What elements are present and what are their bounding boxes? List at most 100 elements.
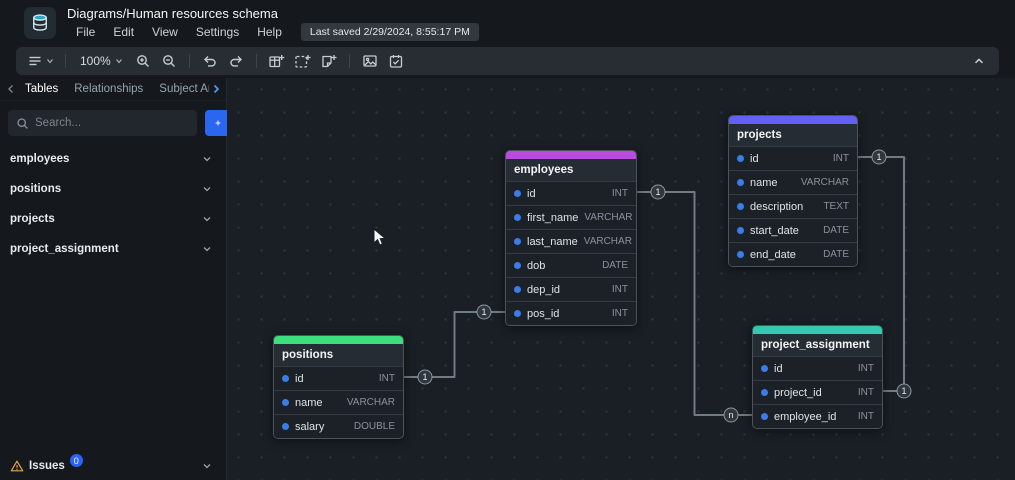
field-handle[interactable] [514, 262, 521, 269]
export-image-button[interactable] [358, 50, 382, 72]
search-box[interactable] [8, 110, 197, 136]
field-handle[interactable] [514, 286, 521, 293]
field-end-date[interactable]: end_date DATE [729, 242, 857, 266]
field-handle[interactable] [737, 227, 744, 234]
sidebar: TablesRelationshipsSubject Are Add table [0, 78, 265, 480]
redo-button[interactable] [224, 50, 248, 72]
field-description[interactable]: description TEXT [729, 194, 857, 218]
menu-settings[interactable]: Settings [187, 23, 248, 41]
diagram-table-projects[interactable]: projects id INT name VARCHAR description TEXT s… [728, 115, 858, 267]
table-title: positions [274, 344, 403, 366]
field-handle[interactable] [514, 310, 521, 317]
cardinality-badge: 1 [871, 149, 887, 165]
collapse-toolbar-button[interactable] [967, 50, 991, 72]
titlebar: Diagrams/Human resources schema File Edit… [0, 0, 1015, 46]
zoom-out-button[interactable] [157, 50, 181, 72]
canvas[interactable]: 111n11 employees id INT first_name VARCHAR la… [227, 78, 1015, 480]
field-name[interactable]: name VARCHAR [729, 170, 857, 194]
relationship-line-0[interactable] [404, 311, 505, 378]
field-handle[interactable] [282, 375, 289, 382]
issues-count-badge: 0 [69, 454, 83, 467]
field-id[interactable]: id INT [274, 366, 403, 390]
chevron-right-icon [213, 84, 219, 94]
field-name: name [295, 396, 323, 409]
sidebar-table-positions[interactable]: positions [0, 174, 226, 204]
tab-relationships[interactable]: Relationships [66, 81, 151, 97]
field-handle[interactable] [737, 251, 744, 258]
field-handle[interactable] [514, 190, 521, 197]
field-handle[interactable] [737, 179, 744, 186]
field-handle[interactable] [514, 238, 521, 245]
field-handle[interactable] [761, 389, 768, 396]
add-table-tool-button[interactable] [265, 50, 289, 72]
field-employee-id[interactable]: employee_id INT [753, 404, 882, 428]
sidebar-table-project-assignment[interactable]: project_assignment [0, 234, 226, 264]
title-block: Diagrams/Human resources schema File Edit… [67, 6, 479, 41]
issues-row[interactable]: Issues 0 [0, 451, 226, 480]
field-first-name[interactable]: first_name VARCHAR [506, 205, 636, 229]
field-type: TEXT [823, 201, 849, 212]
table-accent-strip [274, 336, 403, 344]
field-handle[interactable] [737, 155, 744, 162]
app-logo[interactable] [24, 7, 56, 39]
menu-edit[interactable]: Edit [104, 23, 143, 41]
chevron-up-icon [974, 58, 984, 64]
tab-tables[interactable]: Tables [17, 81, 66, 97]
field-salary[interactable]: salary DOUBLE [274, 414, 403, 438]
plus-icon [215, 120, 221, 126]
tabs-scroll-right[interactable] [209, 84, 222, 94]
add-note-icon [322, 54, 337, 67]
table-name-label: employees [10, 153, 70, 165]
sidebar-table-projects[interactable]: projects [0, 204, 226, 234]
undo-icon [203, 56, 216, 67]
cardinality-badge: 1 [896, 383, 912, 399]
field-type: DATE [823, 225, 849, 236]
field-start-date[interactable]: start_date DATE [729, 218, 857, 242]
menu-file[interactable]: File [67, 23, 104, 41]
field-handle[interactable] [282, 423, 289, 430]
field-handle[interactable] [282, 399, 289, 406]
page-title[interactable]: Diagrams/Human resources schema [67, 6, 479, 22]
undo-button[interactable] [198, 50, 222, 72]
issues-expand-chevron[interactable] [201, 460, 213, 472]
field-type: INT [857, 363, 874, 374]
diagram-table-project-assignment[interactable]: project_assignment id INT project_id INT empl… [752, 325, 883, 429]
field-id[interactable]: id INT [729, 146, 857, 170]
field-id[interactable]: id INT [753, 356, 882, 380]
toolbar-divider [65, 54, 66, 68]
diagram-table-employees[interactable]: employees id INT first_name VARCHAR last_name… [505, 150, 637, 326]
field-type: VARCHAR [583, 236, 632, 247]
zoom-level-dropdown[interactable]: 100% [74, 54, 129, 68]
menu-view[interactable]: View [143, 23, 187, 41]
svg-text:1: 1 [422, 372, 427, 382]
field-dob[interactable]: dob DATE [506, 253, 636, 277]
field-name: pos_id [527, 307, 560, 320]
svg-text:1: 1 [481, 307, 486, 317]
sidebar-table-employees[interactable]: employees [0, 144, 226, 174]
search-input[interactable] [35, 117, 189, 129]
todo-list-button[interactable] [384, 50, 408, 72]
field-pos-id[interactable]: pos_id INT [506, 301, 636, 325]
field-project-id[interactable]: project_id INT [753, 380, 882, 404]
field-dep-id[interactable]: dep_id INT [506, 277, 636, 301]
field-name: dep_id [527, 283, 561, 296]
field-type: INT [857, 411, 874, 422]
field-last-name[interactable]: last_name VARCHAR [506, 229, 636, 253]
field-handle[interactable] [737, 203, 744, 210]
field-handle[interactable] [761, 365, 768, 372]
tab-subject-are[interactable]: Subject Are [151, 81, 209, 97]
diagram-table-positions[interactable]: positions id INT name VARCHAR salary DOUBLE [273, 335, 404, 439]
table-title: employees [506, 159, 636, 181]
field-id[interactable]: id INT [506, 181, 636, 205]
diagram-list-button[interactable] [24, 50, 57, 72]
field-handle[interactable] [761, 413, 768, 420]
field-name: first_name [527, 211, 579, 224]
field-handle[interactable] [514, 214, 521, 221]
add-subject-area-button[interactable] [291, 50, 315, 72]
tabs-scroll-left[interactable] [4, 84, 17, 94]
menu-help[interactable]: Help [248, 23, 291, 41]
field-name[interactable]: name VARCHAR [274, 390, 403, 414]
add-note-button[interactable] [317, 50, 341, 72]
field-type: DATE [823, 249, 849, 260]
zoom-in-button[interactable] [131, 50, 155, 72]
